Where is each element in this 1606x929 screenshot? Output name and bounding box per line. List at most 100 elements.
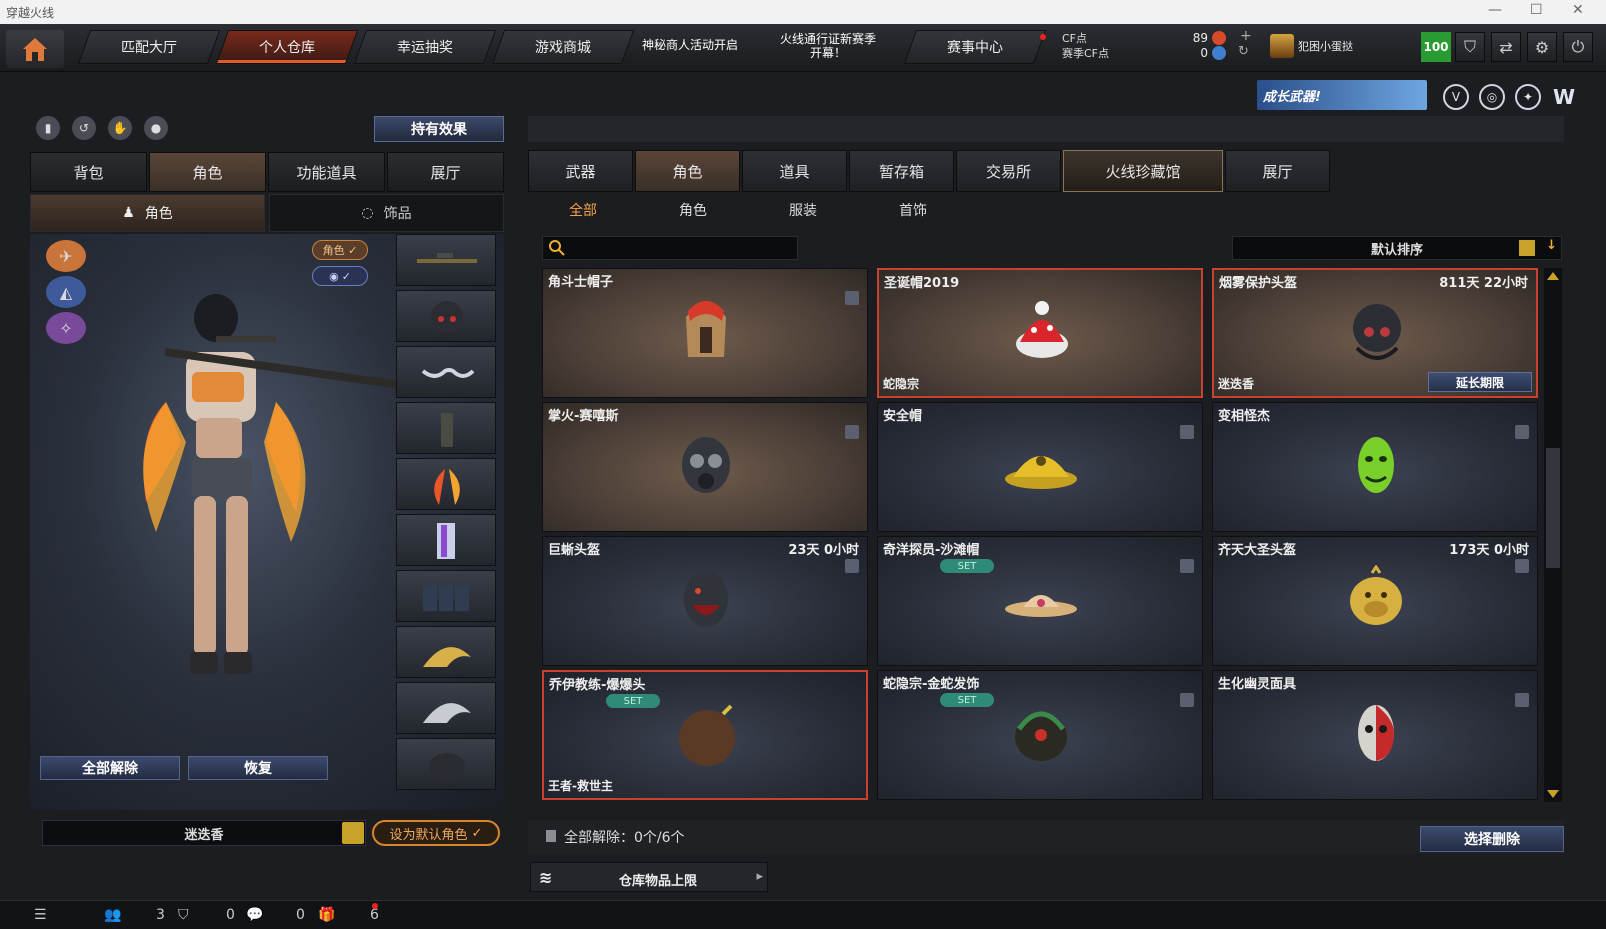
add-cf-icon[interactable]: + [1240, 28, 1252, 44]
slot-radio[interactable] [396, 402, 496, 454]
item-card[interactable]: 生化幽灵面具 [1212, 670, 1538, 800]
storage-capacity-bar[interactable]: ≋ 仓库物品上限 ▸ [530, 862, 768, 892]
bird-role-icon[interactable]: ✧ [46, 312, 86, 344]
holding-effects-button[interactable]: 持有效果 [374, 116, 504, 142]
tab-gallery[interactable]: 展厅 [1225, 150, 1330, 192]
slot-magazines[interactable] [396, 570, 496, 622]
nav-tab-personal-storage[interactable]: 个人仓库 [215, 30, 359, 64]
visibility-pill[interactable]: ◉ ✓ [312, 266, 368, 286]
trash-icon[interactable] [845, 425, 859, 439]
select-delete-button[interactable]: 选择删除 [1420, 826, 1564, 852]
maximize-icon[interactable]: ☐ [1530, 2, 1543, 18]
tab-temp-box[interactable]: 暂存箱 [849, 150, 954, 192]
tab-items[interactable]: 道具 [742, 150, 847, 192]
tab-role[interactable]: 角色 [635, 150, 740, 192]
scroll-down-icon[interactable] [1547, 790, 1559, 798]
trash-icon[interactable] [845, 559, 859, 573]
tab-character[interactable]: 角色 [149, 152, 266, 192]
level-badge[interactable]: 100 [1421, 32, 1451, 62]
subtab-role[interactable]: 角色 [638, 196, 748, 224]
slot-silver-dragon[interactable] [396, 682, 496, 734]
growth-weapon-banner[interactable]: 成长武器! [1257, 80, 1427, 110]
trash-icon[interactable] [1515, 425, 1529, 439]
trash-icon[interactable] [1180, 425, 1194, 439]
tab-function-items[interactable]: 功能道具 [268, 152, 385, 192]
trash-icon[interactable] [1515, 559, 1529, 573]
item-card[interactable]: 奇洋探员-沙滩帽 SET [877, 536, 1203, 666]
slot-gold-dragon[interactable] [396, 626, 496, 678]
item-card[interactable]: 变相怪杰 [1212, 402, 1538, 532]
tab-showroom[interactable]: 展厅 [387, 152, 504, 192]
scroll-up-icon[interactable] [1547, 272, 1559, 280]
slot-wings[interactable] [396, 458, 496, 510]
character-name-field[interactable]: 迷迭香 [42, 820, 366, 846]
item-card[interactable]: 掌火-赛嘻斯 [542, 402, 868, 532]
shield-icon[interactable]: ⛉ [1455, 32, 1485, 62]
goggles-role-icon[interactable]: ◭ [46, 276, 86, 308]
item-card[interactable]: 巨蜥头盔 23天 0小时 [542, 536, 868, 666]
power-icon[interactable]: ⏻ [1563, 32, 1593, 62]
nav-tab-match-center[interactable]: 赛事中心 [903, 30, 1047, 64]
sort-list-icon[interactable] [1519, 240, 1535, 256]
v-badge-icon[interactable]: V [1443, 84, 1469, 110]
trash-icon[interactable] [845, 291, 859, 305]
item-card[interactable]: 角斗士帽子 [542, 268, 868, 398]
nav-tab-game-mall[interactable]: 游戏商城 [491, 30, 635, 64]
slot-card[interactable] [396, 514, 496, 566]
subtab-clothing[interactable]: 服装 [748, 196, 858, 224]
vip-w-icon[interactable]: W [1551, 84, 1577, 110]
role-toggle-pill[interactable]: 角色 ✓ [312, 240, 368, 260]
clan-icon[interactable]: ⛉ [178, 907, 189, 923]
user-info[interactable]: 犯困小蛋挞 [1270, 34, 1353, 58]
egg-icon[interactable]: ● [144, 116, 168, 140]
nav-tab-match-hall[interactable]: 匹配大厅 [77, 30, 221, 64]
slot-empty[interactable] [396, 738, 496, 790]
item-card[interactable]: 齐天大圣头盔 173天 0小时 [1212, 536, 1538, 666]
close-icon[interactable]: ✕ [1572, 2, 1584, 18]
subtab-jewelry[interactable]: 首饰 [858, 196, 968, 224]
sort-dropdown[interactable]: 默认排序 ↓ [1232, 236, 1562, 260]
item-card[interactable]: 蛇隐宗-金蛇发饰 SET [877, 670, 1203, 800]
tab-exchange[interactable]: 交易所 [956, 150, 1061, 192]
extend-period-button[interactable]: 延长期限 [1428, 372, 1532, 392]
gear-icon[interactable]: ⚙ [1527, 32, 1557, 62]
stats-icon[interactable]: ▮ [36, 116, 60, 140]
eagle-role-icon[interactable]: ✈ [46, 240, 86, 272]
grid-scrollbar[interactable] [1544, 268, 1562, 802]
character-preview[interactable]: ✈ ◭ ✧ 角色 ✓ ◉ ✓ 全部解除 恢复 [30, 234, 504, 810]
trash-icon[interactable] [1180, 693, 1194, 707]
pose-icon[interactable]: ✋ [108, 116, 132, 140]
list-icon[interactable] [342, 822, 364, 844]
friends-icon[interactable]: 👥 [104, 907, 121, 923]
item-card[interactable]: 安全帽 [877, 402, 1203, 532]
chat-icon[interactable]: 💬 [246, 907, 263, 923]
subtab-character[interactable]: ♟ 角色 [30, 194, 265, 232]
slot-glasses[interactable] [396, 346, 496, 398]
minimize-icon[interactable]: — [1488, 2, 1502, 18]
item-card[interactable]: 烟雾保护头盔 811天 22小时 迷迭香 延长期限 [1212, 268, 1538, 398]
slot-weapon[interactable] [396, 234, 496, 286]
set-default-character-button[interactable]: 设为默认角色 ✓ [372, 820, 500, 846]
rotate-icon[interactable]: ↺ [72, 116, 96, 140]
notice-battle-pass[interactable]: 火线通行证新赛季 开幕！ [780, 32, 876, 60]
tab-weapons[interactable]: 武器 [528, 150, 633, 192]
notice-mystery-merchant[interactable]: 神秘商人活动开启 [642, 38, 738, 52]
scroll-thumb[interactable] [1546, 448, 1560, 568]
subtab-accessories[interactable]: ◌ 饰品 [269, 194, 504, 232]
switch-icon[interactable]: ⇄ [1491, 32, 1521, 62]
trash-icon[interactable] [1180, 559, 1194, 573]
nav-tab-lucky-draw[interactable]: 幸运抽奖 [353, 30, 497, 64]
globe-icon[interactable]: ◎ [1479, 84, 1505, 110]
trash-icon[interactable] [1515, 693, 1529, 707]
tab-collection-hall[interactable]: 火线珍藏馆 [1063, 150, 1223, 192]
item-card[interactable]: 乔伊教练-爆爆头 SET 王者-救世主 [542, 670, 868, 800]
gift-icon[interactable]: 🎁 [318, 907, 335, 923]
menu-icon[interactable]: ☰ [34, 907, 47, 923]
search-input[interactable] [542, 236, 798, 260]
subtab-all[interactable]: 全部 [528, 196, 638, 224]
refresh-icon[interactable]: ↻ [1238, 44, 1249, 59]
sort-direction-icon[interactable]: ↓ [1546, 238, 1557, 253]
restore-button[interactable]: 恢复 [188, 756, 328, 780]
item-card[interactable]: 圣诞帽2019 蛇隐宗 [877, 268, 1203, 398]
tab-backpack[interactable]: 背包 [30, 152, 147, 192]
